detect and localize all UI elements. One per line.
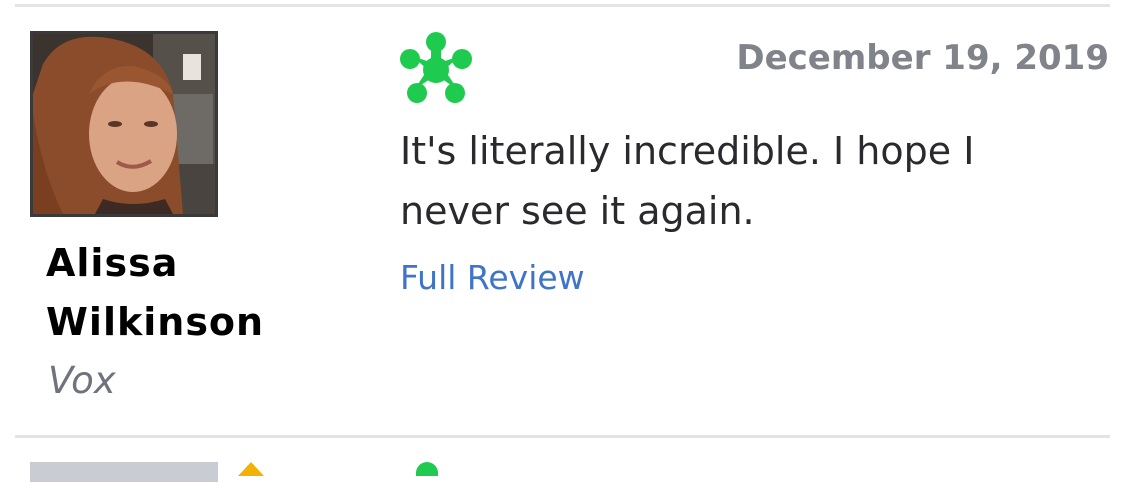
fresh-splat-icon [398,32,474,108]
review-date: December 19, 2019 [736,38,1109,78]
next-fresh-splat-icon [416,462,438,476]
bottom-divider [15,435,1110,438]
publication-name[interactable]: Vox [48,358,116,404]
full-review-link[interactable]: Full Review [400,258,585,298]
top-divider [15,4,1110,7]
star-icon [238,462,264,476]
critic-avatar[interactable] [30,31,218,217]
critic-review-card: Alissa Wilkinson Vox December 19, 2019 I… [0,8,1125,435]
critic-photo [33,34,215,214]
next-critic-avatar[interactable] [30,462,218,482]
critic-name[interactable]: Alissa Wilkinson [46,234,306,352]
review-quote: It's literally incredible. I hope I neve… [400,129,975,233]
